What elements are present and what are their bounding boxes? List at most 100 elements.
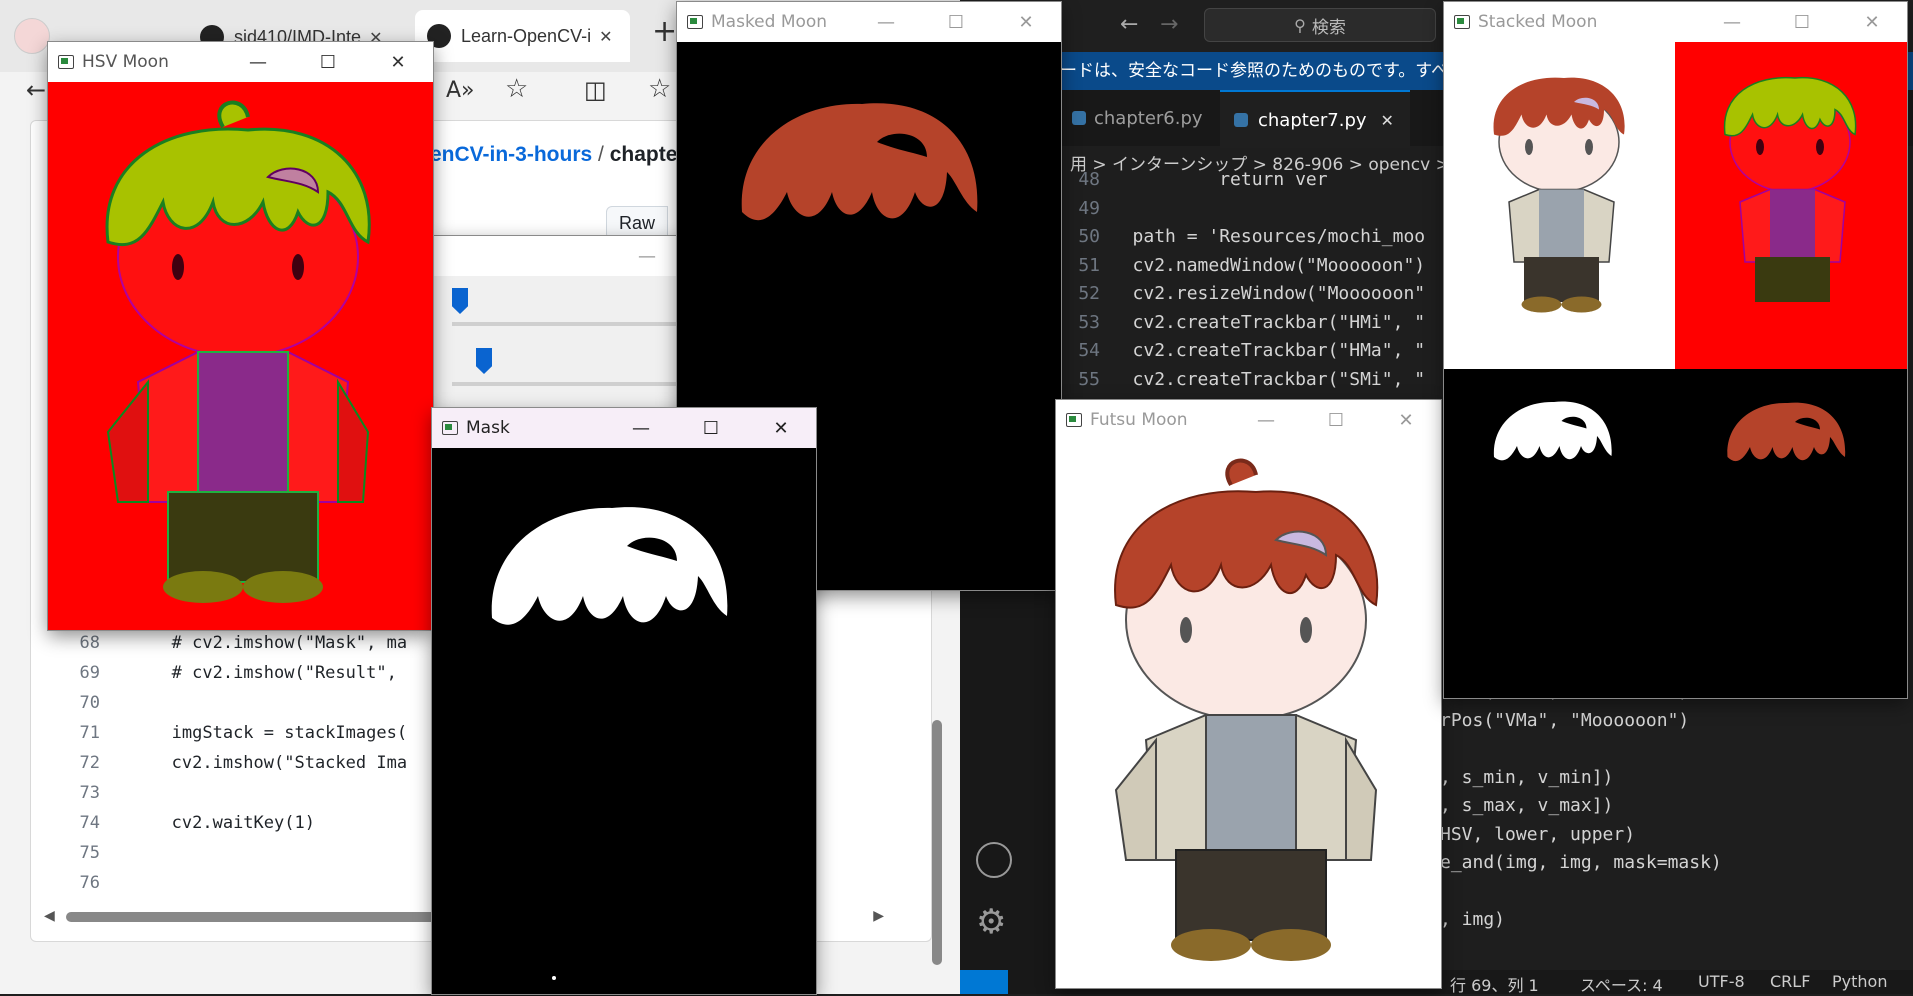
split-screen-icon[interactable]: ◫ xyxy=(584,76,607,104)
maximize-button[interactable]: ☐ xyxy=(1301,400,1371,440)
stacked-images xyxy=(1444,42,1907,462)
hsv-titlebar[interactable]: HSV Moon — ☐ ✕ xyxy=(48,42,433,82)
command-search[interactable]: ⚲ 検索 xyxy=(1204,8,1436,42)
code-line: rPos("VMa", "Moooooon") xyxy=(1440,707,1722,736)
minimize-button[interactable]: — xyxy=(851,2,921,42)
stacked-titlebar[interactable]: Stacked Moon — ☐ ✕ xyxy=(1444,2,1907,42)
code-line: 49 xyxy=(1060,195,1425,224)
scroll-thumb[interactable] xyxy=(66,912,486,922)
vertical-scrollbar[interactable] xyxy=(930,720,944,970)
status-spaces[interactable]: スペース: 4 xyxy=(1580,972,1663,996)
code-line: , s_min, v_min]) xyxy=(1440,764,1722,793)
maximize-button[interactable]: ☐ xyxy=(921,2,991,42)
close-button[interactable]: ✕ xyxy=(1837,2,1907,42)
line-text: HSV, lower, upper) xyxy=(1440,823,1636,845)
breadcrumb-repo[interactable]: enCV-in-3-hours xyxy=(430,143,592,166)
line-number: 49 xyxy=(1078,197,1100,219)
browser-avatar[interactable] xyxy=(14,18,50,54)
back-icon[interactable]: ← xyxy=(26,76,46,104)
status-language[interactable]: Python xyxy=(1832,972,1887,991)
window-title: Futsu Moon xyxy=(1090,410,1188,430)
futsu-titlebar[interactable]: Futsu Moon — ☐ ✕ xyxy=(1056,400,1441,440)
status-position[interactable]: 行 69、列 1 xyxy=(1450,972,1539,996)
line-number: 72 xyxy=(79,753,100,773)
nav-back-icon[interactable]: ← xyxy=(1120,12,1138,37)
nav-forward-icon[interactable]: → xyxy=(1160,12,1178,37)
account-icon[interactable] xyxy=(976,842,1012,878)
close-icon[interactable]: ✕ xyxy=(1381,111,1394,130)
window-title: Mask xyxy=(466,418,510,438)
code-line: 74 cv2.waitKey(1) xyxy=(60,808,407,838)
line-number: 71 xyxy=(79,723,100,743)
trackbar-track-hmi[interactable] xyxy=(452,322,692,326)
raw-button[interactable]: Raw xyxy=(606,206,668,240)
python-file-icon xyxy=(1072,111,1086,125)
scroll-thumb-vertical[interactable] xyxy=(932,720,942,965)
code-line: 73 xyxy=(60,778,407,808)
minimize-button[interactable]: — xyxy=(1231,400,1301,440)
mask-titlebar[interactable]: Mask — ☐ ✕ xyxy=(432,408,816,448)
minimize-button[interactable]: — xyxy=(612,236,682,276)
minimize-button[interactable]: — xyxy=(223,42,293,82)
line-text: imgStack = stackImages( xyxy=(130,723,408,743)
minimize-button[interactable]: — xyxy=(606,408,676,448)
line-number: 73 xyxy=(79,783,100,803)
close-button[interactable]: ✕ xyxy=(1371,400,1441,440)
code-line: 68 # cv2.imshow("Mask", ma xyxy=(60,628,408,658)
editor-code-top: 48 return ver 49 50 path = 'Resources/moc… xyxy=(1060,166,1425,394)
code-line: 71 imgStack = stackImages( xyxy=(60,718,408,748)
tab-chapter7[interactable]: chapter7.py ✕ xyxy=(1220,90,1410,148)
breadcrumb: enCV-in-3-hours / chapter xyxy=(430,143,686,167)
futsu-moon-window[interactable]: Futsu Moon — ☐ ✕ xyxy=(1056,400,1441,988)
code-line: 55 cv2.createTrackbar("SMi", " xyxy=(1060,366,1425,395)
line-text: # cv2.imshow("Mask", ma xyxy=(130,633,408,653)
remote-indicator[interactable] xyxy=(960,970,1008,994)
tab-chapter6[interactable]: chapter6.py xyxy=(1060,90,1215,146)
tab-2-label: Learn-OpenCV-i xyxy=(461,25,592,46)
mask-window[interactable]: Mask — ☐ ✕ xyxy=(432,408,816,994)
mask-image xyxy=(432,448,816,994)
app-icon xyxy=(1454,15,1470,29)
code-line: HSV, lower, upper) xyxy=(1440,821,1722,850)
maximize-button[interactable]: ☐ xyxy=(293,42,363,82)
hsv-moon-window[interactable]: HSV Moon — ☐ ✕ xyxy=(48,42,433,630)
minimize-button[interactable]: — xyxy=(1697,2,1767,42)
scroll-right-icon[interactable]: ▶ xyxy=(873,908,884,924)
window-title: Masked Moon xyxy=(711,12,828,32)
hsv-image xyxy=(48,82,433,630)
settings-gear-icon[interactable]: ⚙ xyxy=(976,902,1006,942)
new-tab-button[interactable]: + xyxy=(652,14,677,49)
breadcrumb-path: chapter xyxy=(609,143,686,166)
stacked-moon-window[interactable]: Stacked Moon — ☐ ✕ xyxy=(1444,2,1907,698)
scroll-left-icon[interactable]: ◀ xyxy=(44,908,55,924)
masked-titlebar[interactable]: Masked Moon — ☐ ✕ xyxy=(677,2,1061,42)
close-icon[interactable]: ✕ xyxy=(599,27,612,46)
mask-hair-shape xyxy=(491,507,728,980)
line-text: cv2.createTrackbar("SMi", " xyxy=(1132,368,1426,390)
favorite-star-icon[interactable]: ☆ xyxy=(505,74,528,104)
hsv-character-illustration xyxy=(105,100,371,603)
status-encoding[interactable]: UTF-8 xyxy=(1698,972,1745,991)
line-number: 54 xyxy=(1078,340,1100,361)
code-line: 48 return ver xyxy=(1060,166,1425,195)
tab-2[interactable]: Learn-OpenCV-i ✕ xyxy=(415,10,630,62)
line-number: 53 xyxy=(1078,311,1100,333)
line-text: return ver xyxy=(1132,169,1328,190)
close-button[interactable]: ✕ xyxy=(991,2,1061,42)
favorites-icon[interactable]: ☆ xyxy=(648,74,671,104)
line-text: e_and(img, img, mask=mask) xyxy=(1440,852,1722,873)
code-line: 75 xyxy=(60,838,407,868)
close-button[interactable]: ✕ xyxy=(746,408,816,448)
maximize-button[interactable]: ☐ xyxy=(1767,2,1837,42)
status-eol[interactable]: CRLF xyxy=(1770,972,1810,991)
maximize-button[interactable]: ☐ xyxy=(676,408,746,448)
read-aloud-icon[interactable]: A» xyxy=(446,78,475,103)
window-title: Stacked Moon xyxy=(1478,12,1598,32)
close-button[interactable]: ✕ xyxy=(363,42,433,82)
trackbar-titlebar: — ☐ xyxy=(432,236,692,276)
app-icon xyxy=(58,55,74,69)
trackbar-thumb-hma[interactable] xyxy=(476,348,492,374)
trackbar-thumb-hmi[interactable] xyxy=(452,288,468,314)
trackbar-track-hma[interactable] xyxy=(452,382,692,386)
